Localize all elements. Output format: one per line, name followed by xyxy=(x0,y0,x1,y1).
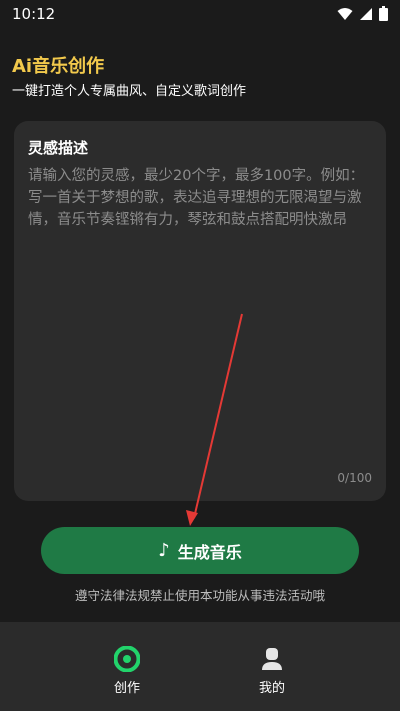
status-time: 10:12 xyxy=(12,5,56,23)
generate-music-label: 生成音乐 xyxy=(177,542,242,562)
signal-icon xyxy=(359,6,373,25)
battery-icon xyxy=(379,6,388,25)
music-note-icon: ♪ xyxy=(158,540,170,561)
create-icon xyxy=(114,646,140,672)
wifi-icon xyxy=(337,6,353,25)
bottom-nav: 创作 我的 xyxy=(0,622,400,711)
legal-notice: 遵守法律法规禁止使用本功能从事违法活动哦 xyxy=(74,588,325,603)
inspiration-input[interactable] xyxy=(28,165,372,465)
page-subtitle: 一键打造个人专属曲风、自定义歌词创作 xyxy=(12,84,247,99)
nav-item-mine[interactable]: 我的 xyxy=(232,622,312,711)
generate-music-button[interactable]: ♪ 生成音乐 xyxy=(41,527,359,574)
screen: 10:12 Ai音乐创作 一键打造个人专属曲风、自定义歌词创作 灵感描述 请输入… xyxy=(0,0,400,711)
char-count: 0/100 xyxy=(337,471,372,485)
profile-icon xyxy=(259,646,285,672)
page-title: Ai音乐创作 xyxy=(12,56,105,77)
nav-item-create[interactable]: 创作 xyxy=(87,622,167,711)
inspiration-title: 灵感描述 xyxy=(28,139,89,157)
status-icons xyxy=(337,6,388,25)
nav-label-mine: 我的 xyxy=(258,681,285,696)
status-bar: 10:12 xyxy=(0,0,400,28)
inspiration-card: 灵感描述 0/100 xyxy=(14,121,386,501)
nav-label-create: 创作 xyxy=(113,681,140,696)
